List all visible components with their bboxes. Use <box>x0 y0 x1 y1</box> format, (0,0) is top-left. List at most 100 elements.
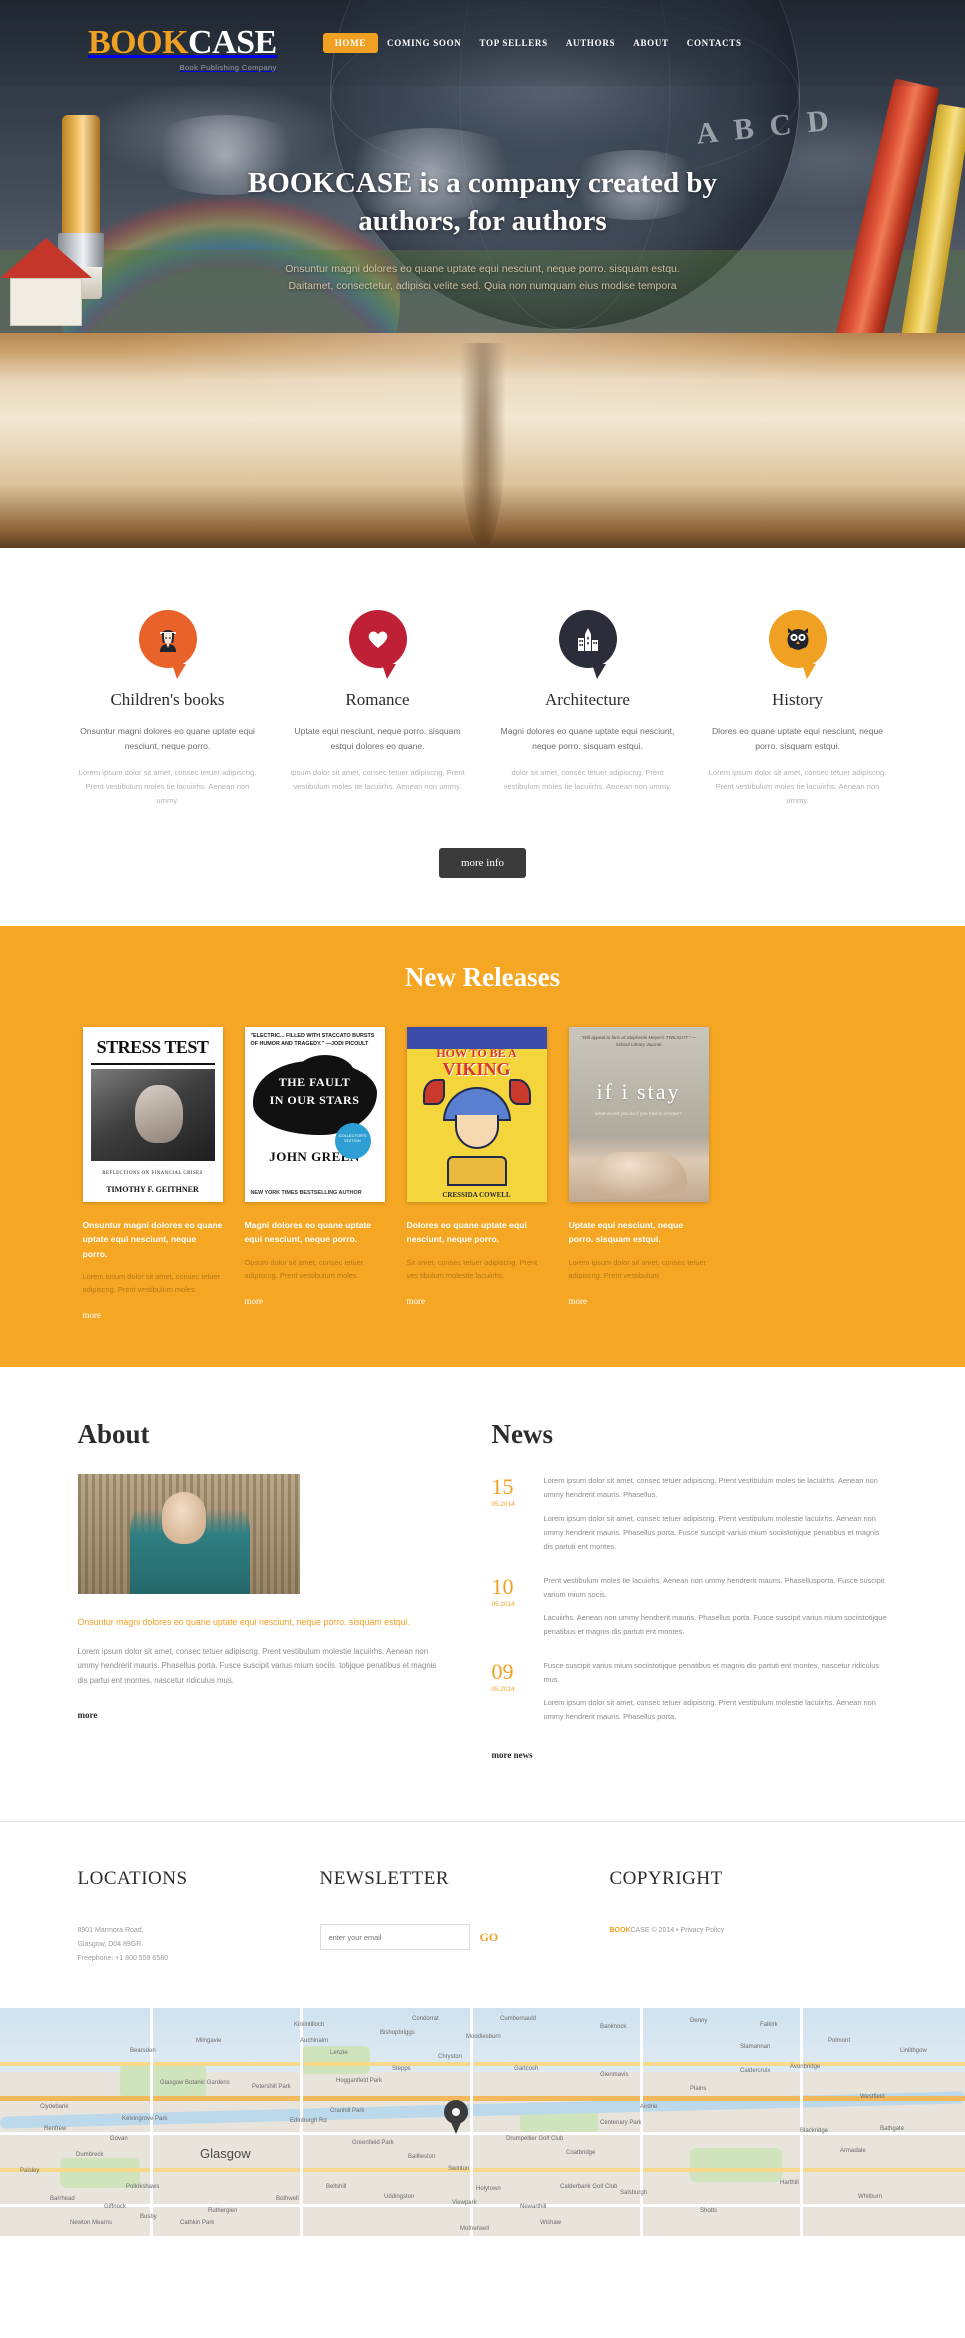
map-place-label: Pollokshaws <box>126 2184 160 2191</box>
category-architecture[interactable]: Architecture Magni dolores eo quane upta… <box>483 610 693 808</box>
logo-bold: BOOK <box>88 24 189 61</box>
map-location-pin[interactable] <box>444 2100 468 2135</box>
map-place-label: Denny <box>690 2018 708 2025</box>
cover-footer: NEW YORK TIMES BESTSELLING AUTHOR <box>250 1190 362 1197</box>
news-paragraph: Lacuiirhs. Aenean non ummy hendrerit mau… <box>543 1612 887 1636</box>
about-more-link[interactable]: more <box>78 1710 98 1720</box>
news-text: Fusce suscipit varius mium sociistotijqu… <box>544 1659 888 1724</box>
map-place-label: Baillieston <box>408 2154 436 2161</box>
category-lead: Dlores eo quane uptate equi nesciunt, ne… <box>711 726 884 752</box>
release-card-fault-in-our-stars[interactable]: "ELECTRIC... FILLED WITH STACCATO BURSTS… <box>244 1027 385 1323</box>
cover-title: STRESS TEST <box>96 1037 209 1058</box>
cover-title: if i stay <box>596 1079 681 1105</box>
category-romance[interactable]: Romance Uptate equi nesciunt, neque porr… <box>273 610 483 808</box>
newsletter-go-button[interactable]: GO <box>480 1930 499 1945</box>
map-place-label: Uddingston <box>384 2194 415 2201</box>
map-place-label: Caldercruix <box>740 2068 771 2075</box>
map-road-major <box>0 2062 965 2067</box>
map-place-label: Rutherglen <box>208 2208 238 2215</box>
more-info-button[interactable]: more info <box>438 848 527 879</box>
release-card-stress-test[interactable]: STRESS TEST REFLECTIONS ON FINANCIAL CRI… <box>82 1027 223 1323</box>
address-line-2: Glasgow, D04 89GR. <box>77 1941 144 1949</box>
map-place-label: Glasgow Botanic Gardens <box>160 2080 230 2087</box>
news-month-year: 05.2014 <box>491 1600 515 1608</box>
copyright-heading: COPYRIGHT <box>609 1868 723 1890</box>
category-history[interactable]: History Dlores eo quane uptate equi nesc… <box>693 610 903 808</box>
news-item[interactable]: 10 05.2014 Prent vestibulum moles tie la… <box>492 1574 888 1639</box>
category-title: Romance <box>345 690 410 709</box>
news-paragraph: Prent vestibulum moles tie lacuiirhs. Ae… <box>543 1575 885 1599</box>
categories-row: Children's books Onsuntur magni dolores … <box>63 610 903 808</box>
hero-subtitle-line2: Daitamet, consectetur, adipisci velite s… <box>288 280 677 293</box>
address-phone: Freephone: +1 800 559 6580 <box>77 1955 169 1963</box>
viking-horn-right <box>508 1079 531 1106</box>
viking-face <box>454 1115 499 1150</box>
news-text: Prent vestibulum moles tie lacuiirhs. Ae… <box>544 1574 888 1639</box>
news-item[interactable]: 09 05.2014 Fusce suscipit varius mium so… <box>492 1659 888 1724</box>
release-card-if-i-stay[interactable]: "Will appeal to fans of Stephenie Meyer'… <box>568 1027 709 1323</box>
release-more-link[interactable]: more <box>245 1296 264 1306</box>
map-place-label: Petershill Park <box>252 2084 291 2091</box>
categories-section: Children's books Onsuntur magni dolores … <box>0 548 965 927</box>
cover-author: CRESSIDA COWELL <box>442 1191 511 1200</box>
footer-newsletter: NEWSLETTER GO <box>319 1868 610 1966</box>
release-body: Lorem ipsum dolor sit amet, consec tetue… <box>568 1257 707 1280</box>
category-children-books[interactable]: Children's books Onsuntur magni dolores … <box>63 610 273 808</box>
cover-subtitle: what would you do if you had to choose? <box>595 1112 682 1118</box>
about-title: About <box>77 1419 150 1450</box>
release-lead: Dolores eo quane uptate equi nesciunt, n… <box>406 1220 527 1245</box>
map-place-label: Bathgate <box>880 2126 905 2133</box>
map-place-label: Motherwell <box>460 2226 490 2233</box>
release-more-link[interactable]: more <box>83 1310 102 1320</box>
nav-item-home[interactable]: HOME <box>322 33 379 53</box>
release-card-how-to-be-a-viking[interactable]: HOW TO BE A VIKING CRESSIDA COWELL Dolor… <box>406 1027 547 1323</box>
release-more-link[interactable]: more <box>407 1296 426 1306</box>
map-place-label: Drumpellier Golf Club <box>506 2136 564 2143</box>
release-more-link[interactable]: more <box>569 1296 588 1306</box>
map-place-label: Polmont <box>828 2038 851 2045</box>
map-place-label: Glenmavis <box>600 2072 629 2079</box>
page-root: ABCD BOOKCASE Book Publishing Company HO… <box>0 0 965 2237</box>
map-place-label: Clydebank <box>40 2104 69 2111</box>
about-column: About Onsuntur magni dolores eo quane up… <box>77 1419 438 1763</box>
nav-item-coming-soon[interactable]: COMING SOON <box>378 33 470 53</box>
map-section[interactable]: Glasgow Clydebank Glasgow Botanic Gardens… <box>0 2008 965 2237</box>
news-day: 15 <box>491 1474 514 1500</box>
house-roof <box>0 238 92 278</box>
book-cover-if-i-stay[interactable]: "Will appeal to fans of Stephenie Meyer'… <box>568 1027 709 1203</box>
newsletter-heading: NEWSLETTER <box>319 1868 450 1890</box>
map-place-label: Plains <box>690 2086 707 2093</box>
category-body: Ipsum dolor sit amet, consec tetuer adip… <box>290 768 465 792</box>
map-place-label: Govan <box>110 2136 128 2143</box>
book-cover-stress-test[interactable]: STRESS TEST REFLECTIONS ON FINANCIAL CRI… <box>82 1027 223 1203</box>
map-park <box>690 2148 782 2183</box>
cover-title-line2: VIKING <box>442 1058 511 1079</box>
news-date: 15 05.2014 <box>492 1474 544 1553</box>
heart-icon <box>349 610 407 668</box>
category-body: dolor sit amet, consec tetuer adipiscng.… <box>503 768 672 792</box>
nav-item-authors[interactable]: AUTHORS <box>557 33 624 53</box>
logo[interactable]: BOOKCASE Book Publishing Company <box>0 0 277 72</box>
release-body: Lorem ipsum dolor sit amet, consec tetue… <box>82 1271 221 1295</box>
nav-item-about[interactable]: ABOUT <box>624 33 678 53</box>
news-paragraph: Lorem ipsum dolor sit amet, consec tetue… <box>543 1513 880 1551</box>
more-news-link[interactable]: more news <box>492 1750 533 1760</box>
nav-item-contacts[interactable]: CONTACTS <box>678 33 751 53</box>
news-item[interactable]: 15 05.2014 Lorem ipsum dolor sit amet, c… <box>492 1474 888 1553</box>
open-book-graphic <box>0 333 965 548</box>
map-place-label: Moodiesburn <box>466 2034 501 2041</box>
book-cover-how-to-be-a-viking[interactable]: HOW TO BE A VIKING CRESSIDA COWELL <box>406 1027 547 1203</box>
nav-item-top-sellers[interactable]: TOP SELLERS <box>471 33 557 53</box>
hero-title-line2: authors, for authors <box>358 205 607 238</box>
book-cover-fault-in-our-stars[interactable]: "ELECTRIC... FILLED WITH STACCATO BURSTS… <box>244 1027 385 1203</box>
map-place-label: Holytown <box>476 2186 501 2193</box>
news-text: Lorem ipsum dolor sit amet, consec tetue… <box>544 1474 888 1553</box>
newsletter-email-input[interactable] <box>319 1924 470 1951</box>
viking-horn-left <box>422 1079 445 1106</box>
release-body: Sit amet, consec tetuer adipiscng. Prent… <box>406 1257 538 1280</box>
news-paragraph: Lorem ipsum dolor sit amet, consec tetue… <box>543 1698 876 1722</box>
about-lead: Onsuntur magni dolores eo quane uptate e… <box>77 1617 411 1628</box>
map-place-label: Falkirk <box>760 2022 778 2029</box>
privacy-policy-link[interactable]: Privacy Policy <box>681 1927 725 1934</box>
cover-quote: "Will appeal to fans of Stephenie Meyer'… <box>581 1035 696 1048</box>
